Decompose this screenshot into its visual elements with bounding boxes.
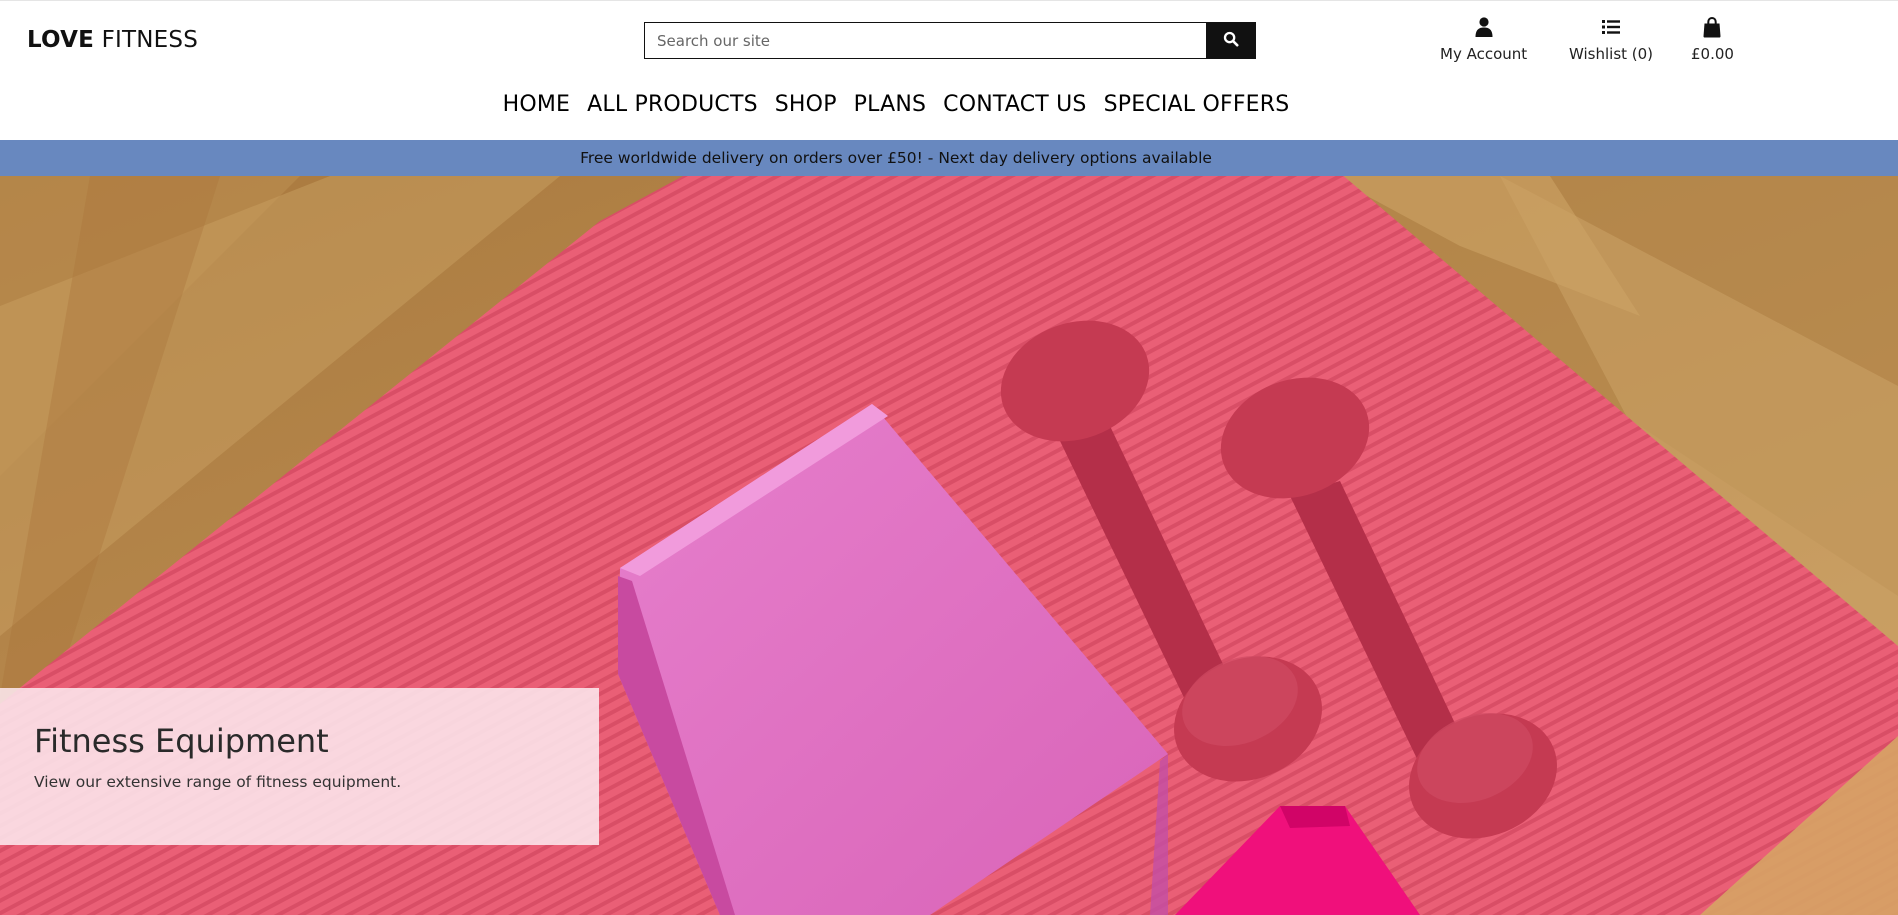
hero-title: Fitness Equipment <box>34 722 329 760</box>
my-account-label: My Account <box>1440 45 1528 63</box>
search-form <box>644 22 1256 59</box>
search-icon <box>1223 31 1239 50</box>
main-navigation: HOME ALL PRODUCTS SHOP PLANS CONTACT US … <box>0 92 1898 117</box>
user-icon <box>1475 16 1493 38</box>
wishlist-link[interactable]: Wishlist (0) <box>1569 16 1653 63</box>
my-account-link[interactable]: My Account <box>1440 16 1527 63</box>
nav-contact-us[interactable]: CONTACT US <box>943 92 1086 117</box>
nav-all-products[interactable]: ALL PRODUCTS <box>587 92 758 117</box>
hero-caption: Fitness Equipment View our extensive ran… <box>0 688 599 845</box>
search-input[interactable] <box>644 22 1206 59</box>
nav-special-offers[interactable]: SPECIAL OFFERS <box>1104 92 1290 117</box>
shopping-bag-icon <box>1703 16 1721 38</box>
nav-shop[interactable]: SHOP <box>775 92 837 117</box>
basket-link[interactable]: £0.00 <box>1691 16 1734 63</box>
site-logo[interactable]: LOVE FITNESS <box>27 27 198 53</box>
basket-total: £0.00 <box>1691 45 1734 63</box>
top-border <box>0 0 1898 1</box>
logo-bold-text: LOVE <box>27 27 95 53</box>
nav-plans[interactable]: PLANS <box>854 92 927 117</box>
delivery-banner: Free worldwide delivery on orders over £… <box>0 140 1898 176</box>
wishlist-label: Wishlist (0) <box>1569 45 1654 63</box>
list-icon <box>1602 16 1621 38</box>
logo-light-text: FITNESS <box>94 27 199 53</box>
delivery-banner-text: Free worldwide delivery on orders over £… <box>580 149 1212 167</box>
search-button[interactable] <box>1206 22 1256 59</box>
nav-home[interactable]: HOME <box>503 92 571 117</box>
hero-subtitle: View our extensive range of fitness equi… <box>34 773 402 791</box>
